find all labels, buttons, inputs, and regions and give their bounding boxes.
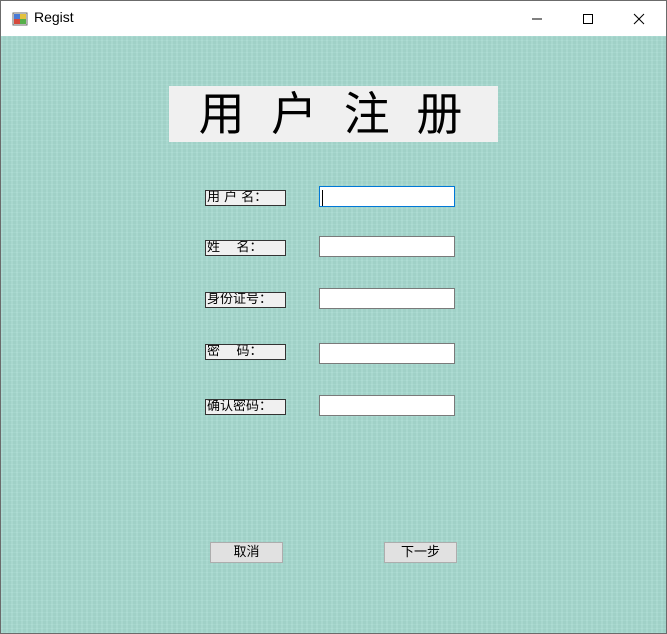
minimize-icon (532, 18, 542, 19)
name-label: 姓 名： (205, 240, 286, 256)
next-step-button[interactable]: 下一步 (384, 542, 457, 563)
id-number-label: 身份证号： (205, 292, 286, 308)
form-client-area: 用 户 注 册 用 户 名： 姓 名： 身份证号： 密 码： 确认密码： 取消 … (1, 36, 666, 633)
minimize-button[interactable] (514, 1, 560, 36)
name-input[interactable] (319, 236, 455, 257)
regist-window: Regist 用 户 注 册 用 户 名： 姓 名： 身份证号： 密 码： 确认… (0, 0, 667, 634)
cancel-button[interactable]: 取消 (210, 542, 283, 563)
username-input[interactable] (319, 186, 455, 207)
username-label: 用 户 名： (205, 190, 286, 206)
text-caret (322, 190, 323, 206)
window-title: Regist (34, 9, 74, 25)
password-label: 密 码： (205, 344, 286, 360)
id-number-input[interactable] (319, 288, 455, 309)
app-form-icon (12, 11, 28, 27)
close-button[interactable] (616, 1, 662, 36)
title-bar[interactable]: Regist (1, 1, 666, 36)
confirm-password-input[interactable] (319, 395, 455, 416)
maximize-button[interactable] (565, 1, 611, 36)
form-heading: 用 户 注 册 (169, 86, 498, 142)
password-input[interactable] (319, 343, 455, 364)
confirm-password-label: 确认密码： (205, 399, 286, 415)
close-icon (633, 13, 645, 24)
maximize-icon (583, 13, 593, 24)
